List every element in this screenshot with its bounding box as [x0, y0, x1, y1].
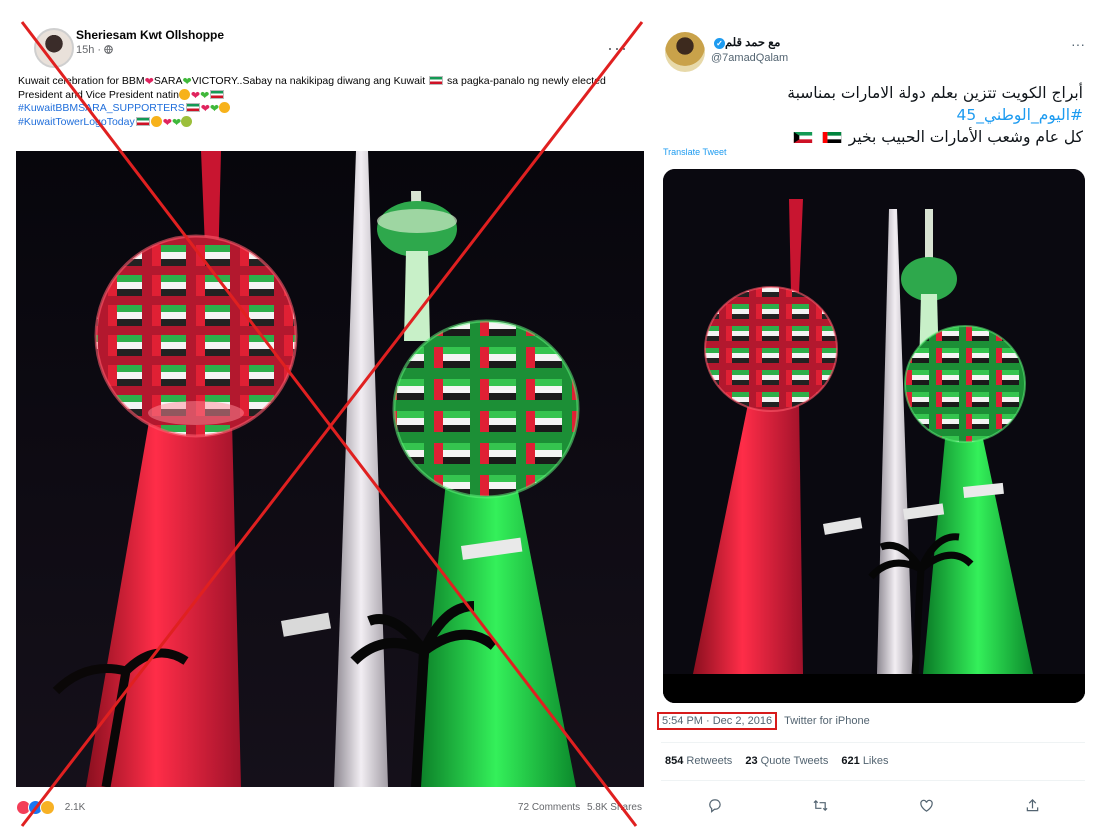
post-time[interactable]: 15h · [76, 44, 113, 56]
retweets-count[interactable]: 854 Retweets [665, 755, 732, 767]
quote-tweets-count[interactable]: 23 Quote Tweets [745, 755, 828, 767]
red-heart-icon: ❤ [162, 116, 172, 129]
quotes-number: 23 [745, 755, 758, 767]
kuwait-flag-icon [210, 89, 225, 99]
like-icon [919, 799, 933, 812]
red-heart-icon: ❤ [144, 76, 154, 88]
globe-icon [104, 45, 113, 54]
likes-label: Likes [862, 755, 889, 767]
post-text-part: President and Vice President natin [18, 88, 179, 101]
ellipsis-icon[interactable]: ··· [607, 38, 628, 59]
heart-eyes-emoji-icon [178, 88, 190, 100]
reply-icon [708, 798, 721, 813]
tweet-timestamp[interactable]: 5:54 PM · Dec 2, 2016 [657, 712, 778, 730]
verified-badge-icon: ✓ [714, 38, 725, 49]
hashtag-link[interactable]: #KuwaitTowerLogoToday ❤❤ [18, 115, 638, 130]
hashtag-text: #KuwaitTowerLogoToday [18, 115, 135, 128]
post-text-part: SARA [153, 75, 183, 87]
tweet-client[interactable]: Twitter for iPhone [784, 715, 870, 727]
tweet-counts: 854 Retweets 23 Quote Tweets 621 Likes [665, 755, 899, 767]
ellipsis-icon[interactable]: ··· [1071, 36, 1085, 52]
likes-number: 621 [841, 755, 860, 767]
bouquet-emoji-icon [181, 115, 193, 127]
facebook-post: Sheriesam Kwt Ollshoppe 15h · ··· Kuwait… [16, 18, 644, 828]
post-text-part: Kuwait celebration for BBM [18, 75, 145, 87]
tweet-meta: 5:54 PM · Dec 2, 2016 Twitter for iPhone [657, 712, 870, 730]
tweet-photo[interactable] [663, 169, 1085, 703]
tweet-actions [661, 792, 1085, 818]
green-heart-icon: ❤ [200, 89, 210, 102]
display-name-text: مع حمد قلم [725, 37, 781, 49]
wow-reaction-icon [40, 800, 55, 815]
share-icon [1026, 798, 1038, 811]
tweet-handle[interactable]: @7amadQalam [711, 52, 788, 64]
retweets-label: Retweets [686, 755, 733, 767]
red-heart-icon: ❤ [200, 103, 210, 115]
kuwait-towers-photo [16, 151, 644, 787]
tweet: مع حمد قلم✓ @7amadQalam ··· أبراج الكويت… [655, 22, 1091, 827]
post-text-part: sa pagka-panalo ng newly elected [447, 75, 606, 87]
retweets-number: 854 [665, 755, 684, 767]
tweet-line-with-flags: كل عام وشعب الأمارات الحبيب بخير [653, 126, 1083, 148]
share-button[interactable] [1020, 793, 1044, 817]
hashtag-link[interactable]: #KuwaitBBMSARA_SUPPORTERS ❤❤ [18, 102, 638, 116]
red-heart-icon: ❤ [190, 89, 201, 102]
kuwait-flag-icon [135, 116, 150, 126]
translate-tweet-link[interactable]: Translate Tweet [663, 147, 727, 157]
tweet-hashtag[interactable]: #اليوم_الوطني_45 [653, 104, 1083, 126]
tweet-avatar[interactable] [665, 32, 705, 72]
author-avatar[interactable] [34, 28, 74, 68]
kuwait-towers-photo [663, 169, 1085, 703]
divider [661, 780, 1085, 781]
kuwait-flag-icon [429, 76, 444, 85]
reactions-summary[interactable]: 2.1K [16, 800, 85, 815]
reaction-count: 2.1K [64, 802, 86, 813]
author-name[interactable]: Sheriesam Kwt Ollshoppe [76, 28, 224, 42]
engagement-stats: 72 Comments 5.8K Shares [518, 802, 642, 813]
green-heart-icon: ❤ [209, 103, 220, 115]
post-footer: 2.1K 72 Comments 5.8K Shares [16, 797, 644, 819]
green-heart-icon: ❤ [171, 116, 182, 129]
reply-button[interactable] [702, 793, 726, 817]
heart-eyes-emoji-icon [219, 102, 231, 113]
comments-count[interactable]: 72 Comments [518, 802, 580, 813]
divider [661, 742, 1085, 743]
post-text: Kuwait celebration for BBM❤SARA❤VICTORY.… [18, 75, 638, 129]
hashtag-text: #KuwaitBBMSARA_SUPPORTERS [18, 102, 185, 114]
kuwait-flag-icon [793, 132, 813, 143]
retweet-button[interactable] [808, 793, 832, 817]
heart-eyes-emoji-icon [150, 115, 162, 127]
uae-flag-icon [822, 132, 842, 143]
post-time-label: 15h [76, 44, 95, 56]
tweet-display-name[interactable]: مع حمد قلم✓ [711, 35, 780, 49]
tweet-line: أبراج الكويت تتزين بعلم دولة الامارات بم… [787, 84, 1083, 102]
post-photo[interactable] [16, 151, 644, 787]
retweet-icon [813, 799, 827, 811]
post-text-part: VICTORY..Sabay na nakikipag diwang ang K… [191, 75, 426, 87]
quotes-label: Quote Tweets [760, 755, 829, 767]
tweet-line: كل عام وشعب الأمارات الحبيب بخير [848, 128, 1083, 146]
green-heart-icon: ❤ [182, 76, 192, 88]
kuwait-flag-icon [185, 103, 200, 112]
likes-count[interactable]: 621 Likes [841, 755, 888, 767]
tweet-text: أبراج الكويت تتزين بعلم دولة الامارات بم… [653, 82, 1083, 148]
shares-count[interactable]: 5.8K Shares [587, 802, 642, 813]
like-button[interactable] [914, 793, 938, 817]
